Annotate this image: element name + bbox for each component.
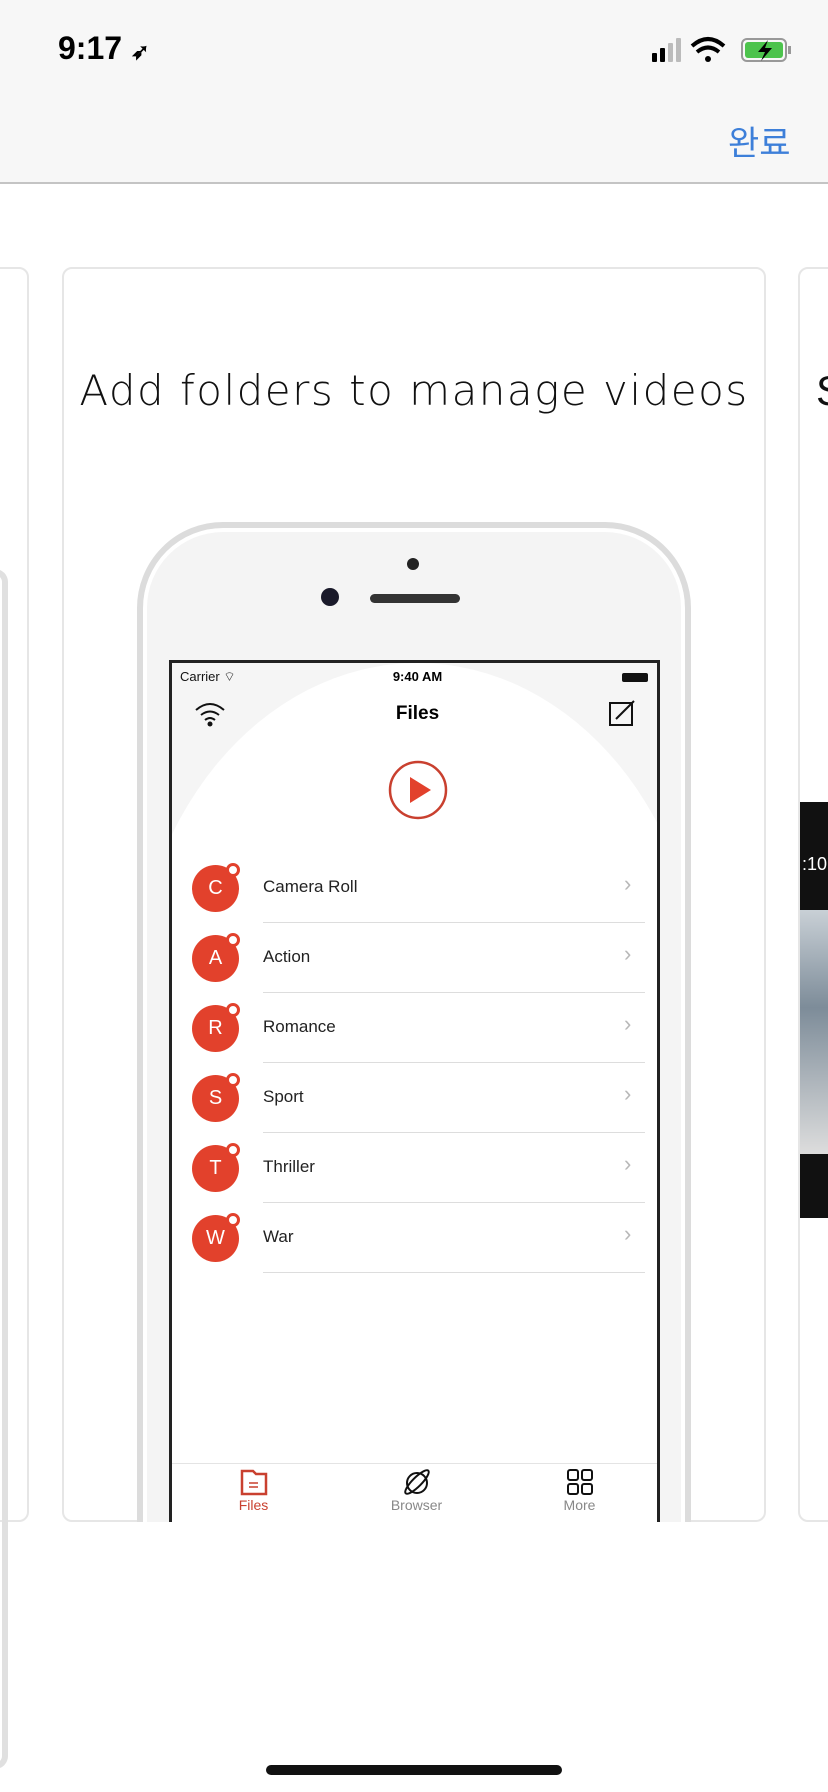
tab-browser-label: Browser xyxy=(390,1497,443,1513)
home-indicator[interactable] xyxy=(266,1765,562,1775)
tab-files[interactable]: Files xyxy=(172,1464,335,1513)
list-item[interactable]: W War › xyxy=(172,1203,657,1273)
front-camera xyxy=(321,588,339,606)
tab-more[interactable]: More xyxy=(498,1464,657,1513)
folder-avatar: A xyxy=(192,933,240,982)
tab-files-label: Files xyxy=(238,1497,269,1513)
mock-tab-bar: Files Browser More xyxy=(172,1463,657,1522)
mock-title: Files xyxy=(395,703,440,724)
tab-browser[interactable]: Browser xyxy=(335,1464,498,1513)
edit-icon[interactable] xyxy=(608,699,636,727)
chevron-right-icon: › xyxy=(624,871,632,896)
phone-clip: Carrier ⌔ 9:40 AM Files C Camera Roll › AA… xyxy=(0,0,828,1522)
chevron-right-icon: › xyxy=(624,1151,632,1176)
list-item[interactable]: R Romance › xyxy=(172,993,657,1063)
chevron-right-icon: › xyxy=(624,1081,632,1106)
folder-avatar: R xyxy=(192,1003,240,1052)
chevron-right-icon: › xyxy=(624,941,632,966)
list-item[interactable]: S Sport › xyxy=(172,1063,657,1133)
folder-avatar: T xyxy=(192,1143,240,1192)
tab-more-label: More xyxy=(563,1497,596,1513)
browser-planet-icon xyxy=(403,1469,430,1495)
sensor-dot xyxy=(407,558,419,570)
chevron-right-icon: › xyxy=(624,1221,632,1246)
list-item[interactable]: C Camera Roll › xyxy=(172,853,657,923)
list-item[interactable]: A Action › xyxy=(172,923,657,993)
folder-icon xyxy=(240,1469,267,1496)
battery-icon xyxy=(622,673,648,682)
mock-time: 9:40 AM xyxy=(392,669,443,684)
folder-avatar: S xyxy=(192,1073,240,1122)
chevron-right-icon: › xyxy=(624,1011,632,1036)
play-icon[interactable] xyxy=(387,759,449,821)
folder-avatar: W xyxy=(192,1213,240,1262)
list-item[interactable]: T Thriller › xyxy=(172,1133,657,1203)
grid-icon xyxy=(566,1469,593,1495)
folder-avatar: C xyxy=(192,863,240,912)
earpiece xyxy=(370,594,460,603)
mock-screen: Carrier ⌔ 9:40 AM Files C Camera Roll › AA… xyxy=(169,660,660,1522)
